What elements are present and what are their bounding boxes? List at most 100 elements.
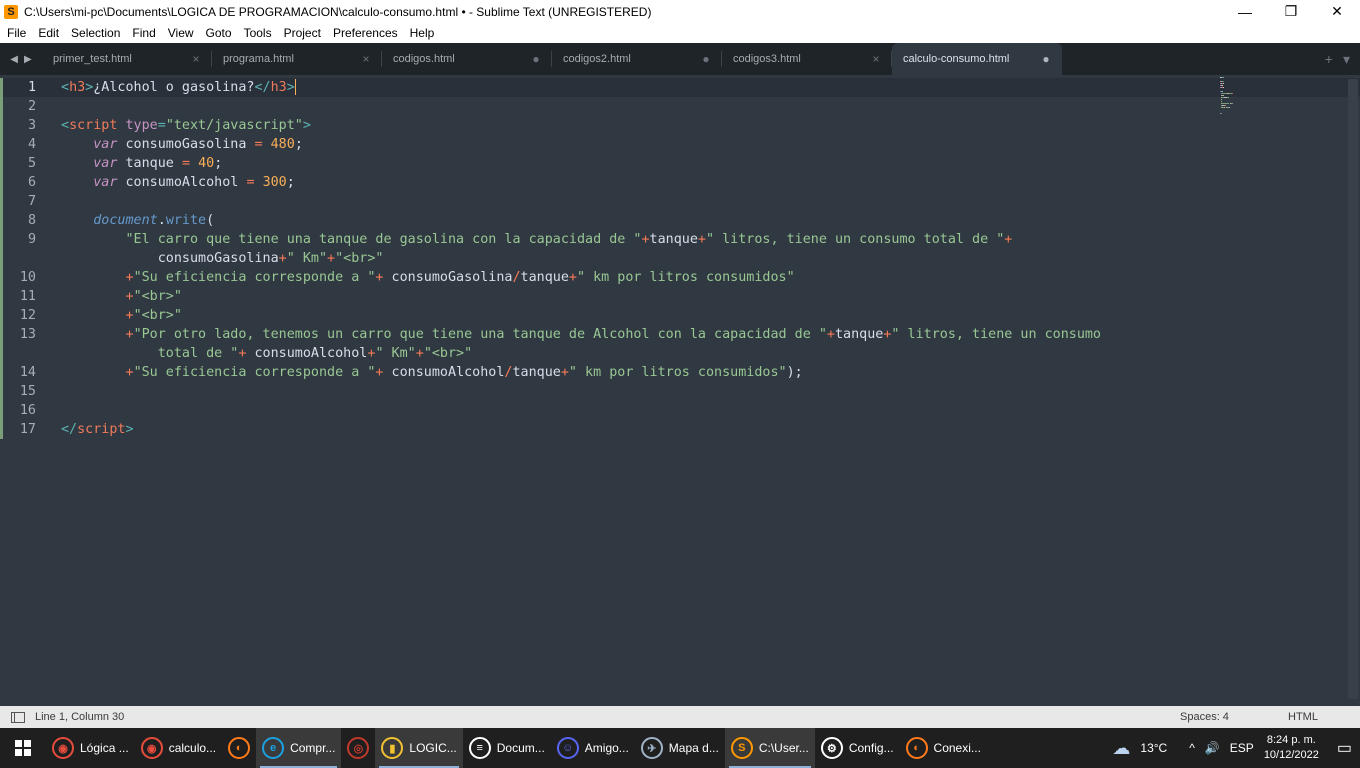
code-token: document <box>93 213 158 228</box>
code-token: + <box>278 251 287 266</box>
clock[interactable]: 8:24 p. m. 10/12/2022 <box>1264 733 1319 763</box>
menu-project[interactable]: Project <box>277 26 326 40</box>
code-token: "<br>" <box>423 346 473 361</box>
notification-center-icon[interactable]: ▭ <box>1337 738 1352 758</box>
line-number: 16 <box>19 403 36 418</box>
code-line[interactable]: <h3>¿Alcohol o gasolina?</h3> <box>61 78 296 97</box>
taskbar-item[interactable]: ≡ Docum... <box>463 728 551 768</box>
tab-codigos2-html[interactable]: codigos2.html ● <box>552 43 722 75</box>
settings-icon: ⚙ <box>820 737 843 759</box>
line-number: 17 <box>19 422 36 437</box>
minimap[interactable] <box>1220 75 1348 135</box>
syntax-selector[interactable]: HTML <box>1288 711 1360 723</box>
code-editor[interactable]: 1 2 3 4 5 6 7 8 9 10 11 12 13 14 15 16 17 <h3>¿Alcohol o… <box>0 75 1360 706</box>
taskbar-item[interactable]: ◎ <box>341 728 375 768</box>
minimap-stroke <box>1222 83 1224 84</box>
code-line[interactable]: +"<br>" <box>61 306 182 325</box>
code-line[interactable]: document.write( <box>61 211 214 230</box>
code-line[interactable]: +"Por otro lado, tenemos un carro que ti… <box>61 325 1102 344</box>
tab-codigos-html[interactable]: codigos.html ● <box>382 43 552 75</box>
code-token: var <box>93 175 118 190</box>
code-token: + <box>560 365 569 380</box>
menu-view[interactable]: View <box>161 26 199 40</box>
code-line[interactable]: <script type="text/javascript"> <box>61 116 311 135</box>
panel-toggle-icon[interactable] <box>11 711 25 723</box>
minimap-stroke <box>1224 105 1226 106</box>
code-token: "El carro que tiene una tanque de gasoli… <box>125 232 642 247</box>
tab-programa-html[interactable]: programa.html × <box>212 43 382 75</box>
menu-goto[interactable]: Goto <box>199 26 237 40</box>
close-tab-icon[interactable]: × <box>190 52 202 66</box>
taskbar-item[interactable]: e Compr... <box>256 728 342 768</box>
code-line[interactable]: +"Su eficiencia corresponde a "+ consumo… <box>61 363 803 382</box>
code-line[interactable]: var tanque = 40; <box>61 154 222 173</box>
code-token: / <box>512 270 521 285</box>
menu-file[interactable]: File <box>0 26 31 40</box>
code-line[interactable]: +"Su eficiencia corresponde a "+ consumo… <box>61 268 795 287</box>
taskbar-item[interactable]: ◉ calculo... <box>135 728 222 768</box>
minimap-stroke <box>1230 103 1233 104</box>
code-token: consumoGasolina <box>61 251 279 266</box>
code-token: + <box>125 308 134 323</box>
start-button[interactable] <box>0 728 46 768</box>
minimize-button[interactable]: — <box>1222 0 1268 23</box>
menu-selection[interactable]: Selection <box>64 26 125 40</box>
menu-tools[interactable]: Tools <box>237 26 277 40</box>
code-line[interactable]: var consumoAlcohol = 300; <box>61 173 295 192</box>
taskbar-item[interactable]: ☺ Amigo... <box>551 728 635 768</box>
weather-temperature[interactable]: 13°C <box>1140 741 1167 755</box>
tab-codigos3-html[interactable]: codigos3.html × <box>722 43 892 75</box>
code-line[interactable]: total de "+ consumoAlcohol+" Km"+"<br>" <box>61 344 472 363</box>
menu-preferences[interactable]: Preferences <box>326 26 403 40</box>
tab-calculo-consumo-html[interactable]: calculo-consumo.html ● <box>892 43 1062 75</box>
taskbar-item[interactable]: ⚙ Config... <box>815 728 900 768</box>
weather-icon[interactable]: ☁ <box>1112 738 1130 759</box>
unsaved-dot-icon[interactable]: ● <box>1040 52 1052 66</box>
code-line[interactable]: "El carro que tiene una tanque de gasoli… <box>61 230 1013 249</box>
show-hidden-icons-icon[interactable]: ^ <box>1189 741 1195 755</box>
volume-icon[interactable]: 🔊 <box>1205 741 1220 755</box>
unsaved-dot-icon[interactable]: ● <box>700 52 712 66</box>
taskbar-item[interactable]: ▮ LOGIC... <box>375 728 463 768</box>
code-token: 480 <box>270 137 295 152</box>
taskbar-item[interactable]: ◐ Conexi... <box>900 728 987 768</box>
new-tab-icon[interactable]: + <box>1325 51 1333 67</box>
taskbar-apps: ◉ Lógica ... ◉ calculo... ◐ e Compr... ◎ ▮ LOGIC.… <box>46 728 987 768</box>
taskbar-item[interactable]: S C:\User... <box>724 728 815 768</box>
menu-find[interactable]: Find <box>125 26 160 40</box>
code-line[interactable]: var consumoGasolina = 480; <box>61 135 303 154</box>
code-token: "text/javascript" <box>165 118 303 133</box>
close-tab-icon[interactable]: × <box>870 52 882 66</box>
maximize-button[interactable]: ❐ <box>1268 0 1314 23</box>
code-line[interactable]: </script> <box>61 420 134 439</box>
indentation-setting[interactable]: Spaces: 4 <box>1180 711 1288 723</box>
code-token: = <box>254 137 263 152</box>
code-line[interactable]: +"<br>" <box>61 287 182 306</box>
taskbar-item[interactable]: ◐ <box>222 728 256 768</box>
taskbar-item[interactable]: ✈ Mapa d... <box>635 728 725 768</box>
tab-primer-test-html[interactable]: primer_test.html × <box>42 43 212 75</box>
code-token: tanque <box>520 270 569 285</box>
line-number: 10 <box>19 270 36 285</box>
code-token: + <box>568 270 577 285</box>
nav-right-icon[interactable]: ▶ <box>24 54 32 65</box>
menu-edit[interactable]: Edit <box>31 26 64 40</box>
tab-label: codigos.html <box>393 53 455 65</box>
code-line[interactable]: consumoGasolina+" Km"+"<br>" <box>61 249 384 268</box>
taskbar-item[interactable]: ◉ Lógica ... <box>46 728 135 768</box>
close-tab-icon[interactable]: × <box>360 52 372 66</box>
nav-left-icon[interactable]: ◀ <box>10 54 18 65</box>
record-icon: ◎ <box>347 737 370 759</box>
unsaved-dot-icon[interactable]: ● <box>530 52 542 66</box>
clock-date: 10/12/2022 <box>1263 749 1319 761</box>
tab-list-dropdown-icon[interactable]: ▾ <box>1343 51 1350 68</box>
code-token: tanque <box>649 232 698 247</box>
menu-help[interactable]: Help <box>403 26 440 40</box>
vertical-scrollbar[interactable] <box>1348 79 1358 699</box>
close-button[interactable]: ✕ <box>1314 0 1360 23</box>
language-indicator[interactable]: ESP <box>1230 741 1254 755</box>
